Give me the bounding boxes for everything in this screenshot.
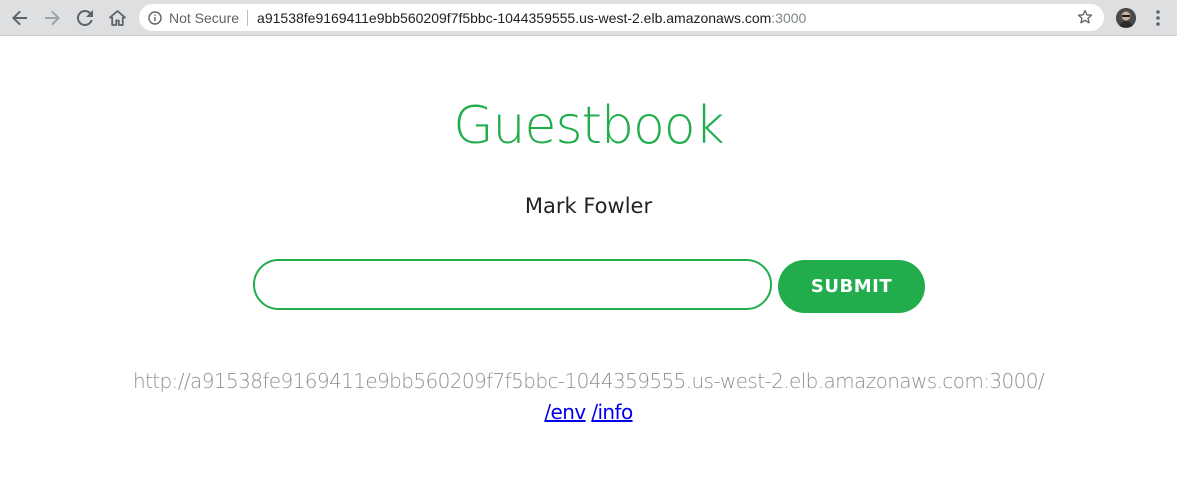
env-link[interactable]: /env xyxy=(544,400,586,424)
url-port: :3000 xyxy=(771,9,807,26)
address-bar[interactable]: Not Secure a91538fe9169411e9bb560209f7f5… xyxy=(139,4,1104,31)
url-text[interactable]: a91538fe9169411e9bb560209f7f5bbc-1044359… xyxy=(257,10,806,26)
reload-icon[interactable] xyxy=(74,7,96,29)
page-title: Guestbook xyxy=(453,96,724,156)
info-icon[interactable] xyxy=(148,10,162,25)
omnibox-divider xyxy=(247,9,249,26)
profile-avatar[interactable] xyxy=(1116,8,1136,28)
links-row: /env /info xyxy=(0,400,1177,424)
submit-button[interactable]: SUBMIT xyxy=(778,260,925,313)
info-link[interactable]: /info xyxy=(591,400,633,424)
security-label[interactable]: Not Secure xyxy=(169,10,239,26)
url-host: a91538fe9169411e9bb560209f7f5bbc-1044359… xyxy=(257,9,772,26)
browser-toolbar: Not Secure a91538fe9169411e9bb560209f7f5… xyxy=(0,0,1177,36)
star-icon[interactable] xyxy=(1077,9,1093,29)
home-icon[interactable] xyxy=(106,7,128,29)
guestbook-input[interactable] xyxy=(253,259,772,310)
kebab-menu-icon[interactable] xyxy=(1150,8,1166,28)
forward-arrow-icon[interactable] xyxy=(41,7,63,29)
back-arrow-icon[interactable] xyxy=(9,7,31,29)
host-url: http://a91538fe9169411e9bb560209f7f5bbc-… xyxy=(132,369,1045,393)
guestbook-entry: Mark Fowler xyxy=(524,194,653,218)
